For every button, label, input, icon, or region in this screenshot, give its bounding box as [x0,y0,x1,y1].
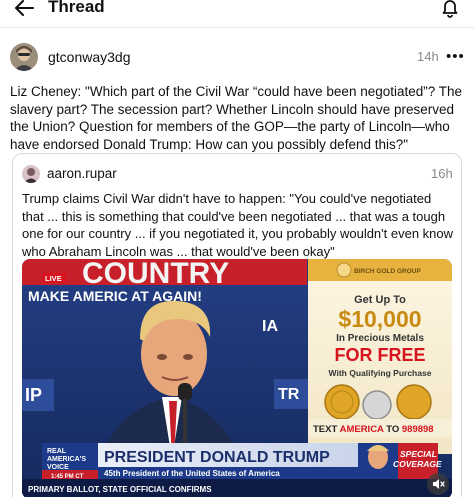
svg-text:COVERAGE: COVERAGE [393,459,442,469]
svg-text:AMERICA'S: AMERICA'S [47,456,86,463]
silver-coin-icon [362,390,392,420]
video-frame: COUNTRY MAKE AMERIC AT AGAIN! IA IP TR L… [22,259,452,497]
ad-text-prompt: TEXT AMERICA TO 989898 [313,424,434,435]
svg-text:VOICE: VOICE [47,464,69,471]
ad-amount: $10,000 [338,306,421,332]
ad-brand: BIRCH GOLD GROUP [354,268,421,275]
page-title: Thread [48,0,105,16]
post-author[interactable]: gtconway3dg [48,49,131,65]
ad-line3: FOR FREE [334,345,425,365]
gold-coin-icon [396,384,432,420]
chyron-ticker: PRIMARY BALLOT, STATE OFFICIAL CONFIRMS [28,485,212,494]
quoted-text: Trump claims Civil War didn't have to ha… [22,191,454,259]
svg-text:REAL: REAL [47,448,67,455]
mute-speaker-icon[interactable] [427,473,449,495]
gold-coin-icon [324,384,360,420]
ad-line1: Get Up To [354,294,406,306]
top-bar: Thread [0,0,474,24]
quoted-timestamp: 16h [431,166,453,181]
ad-line2: In Precious Metals [336,333,424,344]
arrow-left-icon[interactable] [14,0,34,16]
bell-icon[interactable] [440,0,460,18]
svg-text:LIVE: LIVE [45,274,62,283]
post-text: Liz Cheney: "Which part of the Civil War… [10,84,463,152]
news-chyron: REAL AMERICA'S VOICE 1:45 PM CT PRESIDEN… [22,443,452,497]
quoted-avatar[interactable] [22,165,40,183]
video-player[interactable]: COUNTRY MAKE AMERIC AT AGAIN! IA IP TR L… [22,259,452,497]
backdrop-country-text: COUNTRY [82,259,229,290]
chyron-headline: PRESIDENT DONALD TRUMP [104,449,330,466]
post-timestamp: 14h [417,49,439,64]
header-divider [0,27,474,28]
chyron-subtitle: 45th President of the United States of A… [104,469,280,478]
svg-text:SPECIAL: SPECIAL [400,449,437,459]
more-options-button[interactable]: ••• [446,48,465,65]
quoted-author[interactable]: aaron.rupar [47,166,117,181]
quoted-post-card[interactable]: aaron.rupar 16h Trump claims Civil War d… [12,153,462,497]
backdrop-right-text: TR [278,386,300,403]
backdrop-ia-text: IA [262,318,278,335]
avatar[interactable] [10,43,38,71]
ad-line4: With Qualifying Purchase [329,368,432,378]
backdrop-left-text: IP [25,385,42,405]
ad-panel: BIRCH GOLD GROUP Get Up To $10,000 In Pr… [308,259,452,454]
